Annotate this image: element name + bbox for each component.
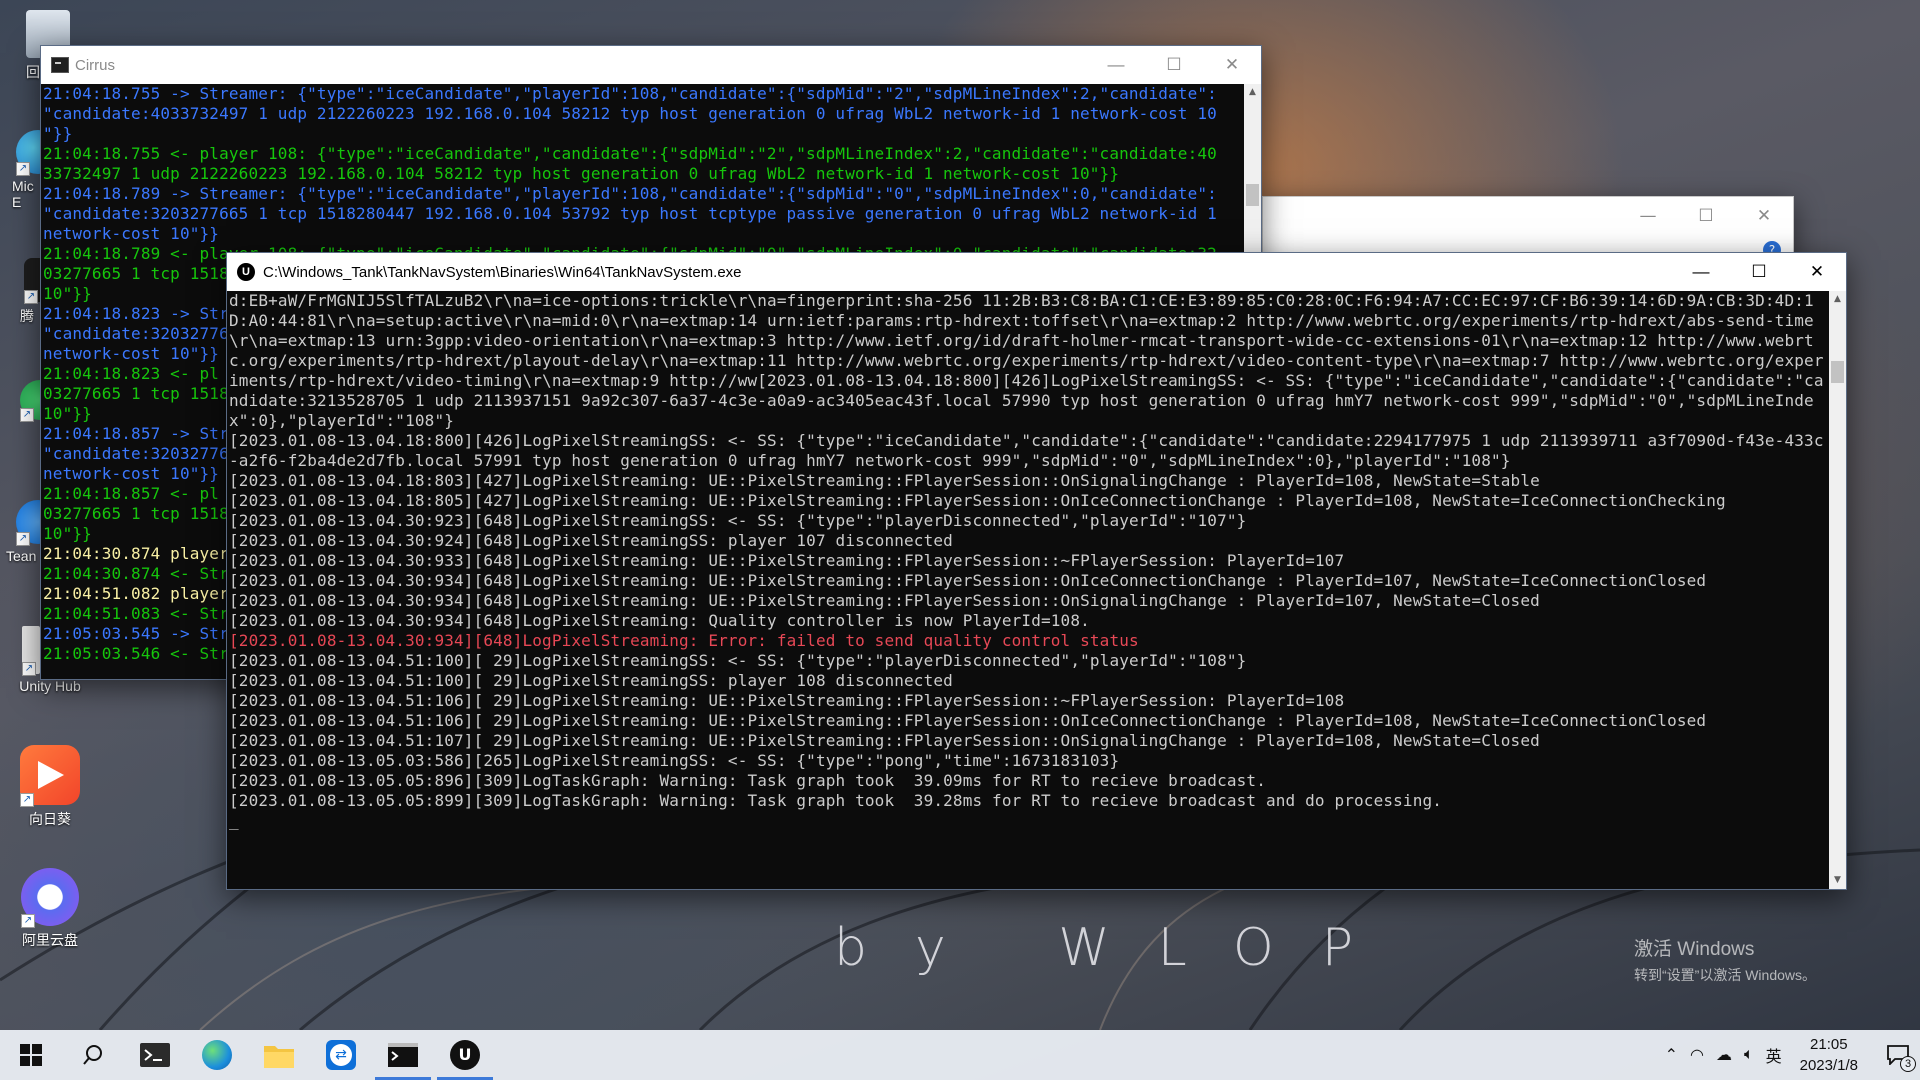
console-icon: [51, 57, 69, 73]
console-line: [2023.01.08-13.04.51:106][ 29]LogPixelSt…: [229, 691, 1345, 710]
search-icon: [83, 1045, 102, 1065]
console-line: network-cost 10"}}: [43, 224, 220, 243]
desktop-icon-label: 向日葵: [29, 811, 71, 827]
wallpaper-signature: by WLOP: [834, 918, 1402, 978]
console-line: [2023.01.08-13.04.51:100][ 29]LogPixelSt…: [229, 671, 953, 690]
scroll-thumb[interactable]: [1831, 361, 1844, 383]
console-line: [2023.01.08-13.04.30:933][648]LogPixelSt…: [229, 551, 1345, 570]
console-line: [2023.01.08-13.04.30:934][648]LogPixelSt…: [229, 591, 1540, 610]
system-tray: ⌃ ◠ ☁ 🔈︎ 英 21:05 2023/1/8 3: [1659, 1030, 1920, 1080]
unreal-icon: U: [237, 263, 255, 281]
minimize-button[interactable]: —: [1672, 253, 1730, 291]
activate-windows-watermark: 激活 Windows 转到“设置”以激活 Windows。: [1634, 934, 1816, 985]
taskbar: ⇄ U ⌃ ◠ ☁ 🔈︎ 英 21:05 2023/1/8 3: [0, 1030, 1920, 1080]
console-line: [2023.01.08-13.04.30:934][648]LogPixelSt…: [229, 571, 1707, 590]
console-line: 21:04:18.755 -> Streamer: {"type":"iceCa…: [43, 84, 1217, 103]
edge-button[interactable]: [186, 1030, 248, 1080]
desktop-icon-label: Unity Hub: [19, 678, 81, 694]
desktop-icon-aliyun-drive[interactable]: ↗ 阿里云盘: [10, 868, 90, 950]
console-line: 21:04:18.755 <- player 108: {"type":"ice…: [43, 144, 1217, 163]
console-line: "}}: [43, 124, 73, 143]
maximize-button[interactable]: ☐: [1145, 46, 1203, 84]
close-button[interactable]: ✕: [1788, 253, 1846, 291]
search-button[interactable]: [62, 1030, 124, 1080]
activate-title: 激活 Windows: [1634, 939, 1755, 960]
folder-icon: [264, 1046, 294, 1068]
desktop-icon-label: 阿里云盘: [22, 932, 78, 948]
maximize-button[interactable]: ☐: [1730, 253, 1788, 291]
tanknav-console-output[interactable]: d:EB+aW/FrMGNIJ5SlfTALzuB2\r\na=ice-opti…: [227, 291, 1827, 889]
cirrus-titlebar[interactable]: Cirrus — ☐ ✕: [41, 46, 1261, 84]
scroll-up-arrow[interactable]: ▲: [1829, 291, 1846, 308]
console-line: [2023.01.08-13.04.51:100][ 29]LogPixelSt…: [229, 651, 1247, 670]
tanknav-scrollbar[interactable]: ▲ ▼: [1829, 291, 1846, 889]
desktop-icon-sunlogin[interactable]: ↗ 向日葵: [10, 745, 90, 829]
start-button[interactable]: [0, 1030, 62, 1080]
close-button[interactable]: ✕: [1203, 46, 1261, 84]
scroll-thumb[interactable]: [1246, 184, 1259, 206]
maximize-button[interactable]: ☐: [1677, 197, 1735, 235]
terminal-button[interactable]: [124, 1030, 186, 1080]
console-line: [2023.01.08-13.04.51:107][ 29]LogPixelSt…: [229, 731, 1540, 750]
window-title: C:\Windows_Tank\TankNavSystem\Binaries\W…: [263, 263, 742, 281]
console-line: [2023.01.08-13.04.30:924][648]LogPixelSt…: [229, 531, 953, 550]
console-line: 33732497 1 udp 2122260223 192.168.0.104 …: [43, 164, 1120, 183]
console-line: [2023.01.08-13.04.30:934][648]LogPixelSt…: [229, 611, 1090, 630]
teamviewer-button[interactable]: ⇄: [310, 1030, 372, 1080]
tanknav-titlebar[interactable]: U C:\Windows_Tank\TankNavSystem\Binaries…: [227, 253, 1846, 291]
edge-icon: [202, 1040, 232, 1070]
console-line: [2023.01.08-13.05.03:586][265]LogPixelSt…: [229, 751, 1120, 770]
chevron-up-icon[interactable]: ⌃: [1665, 1045, 1678, 1065]
cmd-button[interactable]: [372, 1030, 434, 1080]
console-line: [2023.01.08-13.05.05:899][309]LogTaskGra…: [229, 791, 1443, 810]
console-line: [2023.01.08-13.04.18:805][427]LogPixelSt…: [229, 491, 1726, 510]
unreal-icon: U: [450, 1040, 480, 1070]
notification-center-button[interactable]: 3: [1876, 1030, 1920, 1080]
windows-logo-icon: [20, 1044, 42, 1066]
scroll-up-arrow[interactable]: ▲: [1244, 84, 1261, 101]
console-line: [2023.01.08-13.05.05:896][309]LogTaskGra…: [229, 771, 1266, 790]
cmd-icon: [388, 1043, 418, 1067]
minimize-button[interactable]: —: [1087, 46, 1145, 84]
clock[interactable]: 21:05 2023/1/8: [1800, 1034, 1858, 1076]
console-cursor: _: [229, 811, 239, 830]
aliyun-drive-icon: ↗: [21, 868, 79, 928]
volume-icon[interactable]: 🔈︎: [1744, 1046, 1754, 1064]
unity-hub-icon: ↗: [22, 626, 40, 676]
tanknav-window[interactable]: U C:\Windows_Tank\TankNavSystem\Binaries…: [226, 252, 1847, 890]
terminal-icon: [140, 1043, 170, 1067]
wifi-icon[interactable]: ◠: [1690, 1045, 1704, 1065]
console-line: [2023.01.08-13.04.18:800][426]LogPixelSt…: [229, 431, 1824, 470]
scroll-down-arrow[interactable]: ▼: [1829, 872, 1846, 889]
sunlogin-icon: ↗: [20, 745, 80, 807]
console-line: [2023.01.08-13.04.51:106][ 29]LogPixelSt…: [229, 711, 1707, 730]
console-line: [2023.01.08-13.04.30:923][648]LogPixelSt…: [229, 511, 1247, 530]
explorer-button[interactable]: [248, 1030, 310, 1080]
notification-count: 3: [1900, 1056, 1916, 1072]
network-icon[interactable]: ☁: [1716, 1045, 1732, 1065]
clock-date: 2023/1/8: [1799, 1057, 1858, 1074]
console-line: [2023.01.08-13.04.18:803][427]LogPixelSt…: [229, 471, 1540, 490]
window-title: Cirrus: [75, 56, 115, 74]
clock-time: 21:05: [1810, 1036, 1848, 1053]
console-line: [2023.01.08-13.04.30:934][648]LogPixelSt…: [229, 631, 1139, 650]
console-line: "candidate:4033732497 1 udp 2122260223 1…: [43, 104, 1217, 123]
ime-indicator[interactable]: 英: [1766, 1043, 1782, 1067]
teamviewer-icon: ⇄: [326, 1040, 356, 1070]
unreal-button[interactable]: U: [434, 1030, 496, 1080]
minimize-button[interactable]: —: [1619, 197, 1677, 235]
activate-subtitle: 转到“设置”以激活 Windows。: [1634, 967, 1817, 983]
console-line: 21:04:18.789 -> Streamer: {"type":"iceCa…: [43, 184, 1217, 203]
console-line: "candidate:3203277665 1 tcp 1518280447 1…: [43, 204, 1217, 223]
console-line: d:EB+aW/FrMGNIJ5SlfTALzuB2\r\na=ice-opti…: [229, 291, 1824, 430]
close-button[interactable]: ✕: [1735, 197, 1793, 235]
